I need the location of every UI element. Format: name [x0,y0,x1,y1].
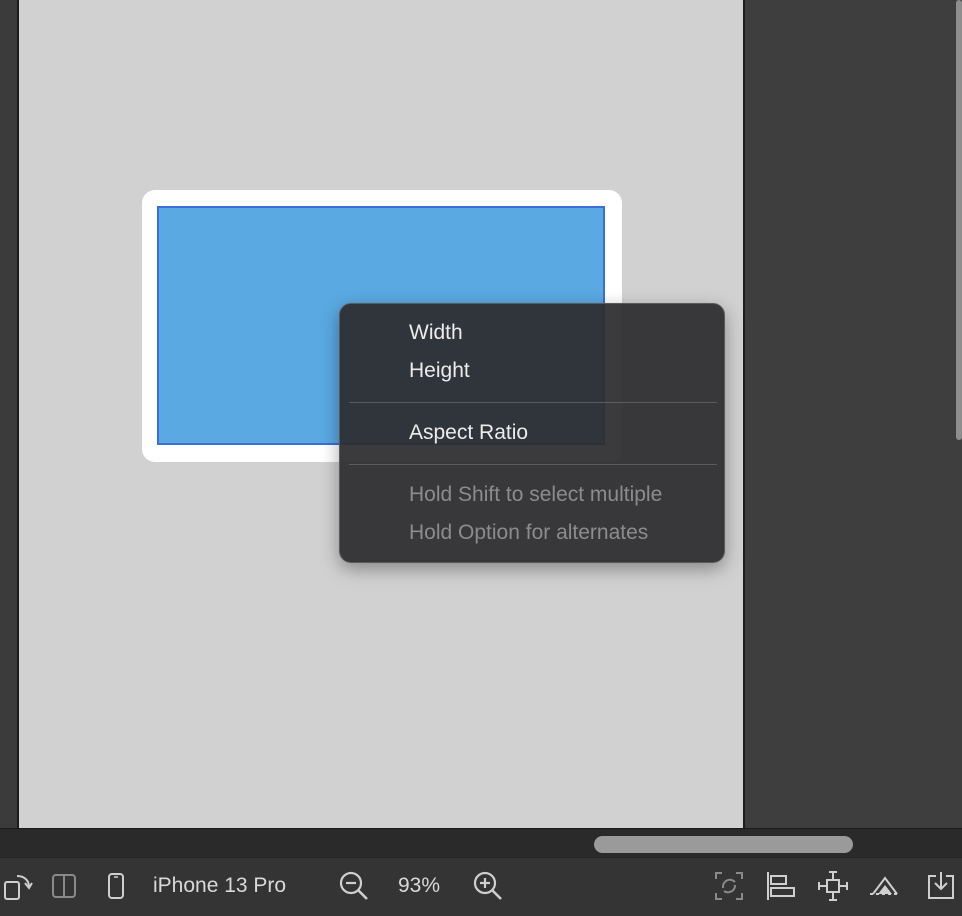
device-icon[interactable] [104,870,128,902]
vertical-scrollbar[interactable] [956,0,962,440]
device-name-button[interactable]: iPhone 13 Pro [153,874,286,898]
menu-separator [349,402,717,403]
embed-in-icon[interactable] [924,870,958,902]
horizontal-scrollbar-thumb[interactable] [594,836,853,853]
rotate-orientation-icon[interactable] [2,870,34,902]
zoom-level: 93% [398,874,441,897]
menu-item-aspect-ratio[interactable]: Aspect Ratio [409,421,528,445]
left-panel-edge [0,0,17,828]
constraint-context-menu: Width Height Aspect Ratio Hold Shift to … [339,303,725,563]
update-frames-icon[interactable] [712,870,746,902]
menu-item-height[interactable]: Height [409,359,470,383]
menu-hint-shift: Hold Shift to select multiple [409,483,663,506]
menu-separator [349,464,717,465]
align-icon[interactable] [764,870,798,902]
menu-hint-option: Hold Option for alternates [409,521,649,544]
zoom-out-icon[interactable] [337,870,371,902]
add-constraints-icon[interactable] [816,870,850,902]
right-canvas-area [745,0,962,828]
resolve-issues-icon[interactable] [868,870,902,902]
split-view-icon[interactable] [48,870,80,902]
menu-item-width[interactable]: Width [409,321,463,345]
zoom-in-icon[interactable] [471,870,505,902]
